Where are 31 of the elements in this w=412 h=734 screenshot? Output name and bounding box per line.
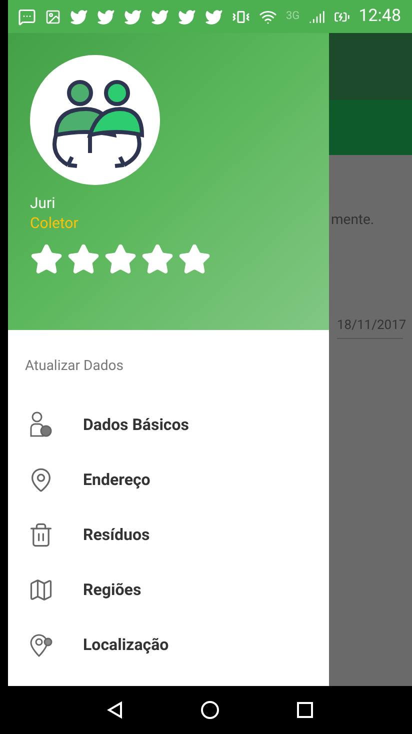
section-title: Atualizar Dados bbox=[25, 357, 124, 376]
star-icon bbox=[178, 243, 211, 276]
bird-icon bbox=[124, 8, 142, 26]
star-icon bbox=[67, 243, 100, 276]
bird-icon bbox=[97, 8, 115, 26]
bird-icon bbox=[178, 8, 196, 26]
user-role: Coletor bbox=[30, 213, 80, 233]
location-pin-icon bbox=[28, 632, 54, 658]
star-icon bbox=[104, 243, 137, 276]
menu-item[interactable]: Resíduos bbox=[8, 507, 329, 562]
trash-icon bbox=[28, 522, 54, 548]
user-name: Juri bbox=[30, 193, 56, 213]
bird-icon bbox=[151, 8, 169, 26]
network-type: 3G bbox=[286, 8, 300, 24]
home-icon[interactable] bbox=[200, 700, 220, 720]
menu-item[interactable]: Dados Básicos bbox=[8, 397, 329, 452]
image-icon bbox=[45, 8, 61, 24]
menu-item[interactable]: Endereço bbox=[8, 452, 329, 507]
star-icon bbox=[30, 243, 63, 276]
recents-icon[interactable] bbox=[294, 700, 315, 720]
menu-item[interactable]: Regiões bbox=[8, 562, 329, 617]
menu-item[interactable]: Localização bbox=[8, 617, 329, 672]
clock: 12:48 bbox=[358, 4, 402, 28]
map-icon bbox=[28, 576, 54, 602]
signal-icon bbox=[308, 8, 325, 24]
bird-icon bbox=[70, 8, 88, 26]
message-icon bbox=[18, 8, 36, 26]
body-text: mente. bbox=[331, 211, 376, 230]
user-icon bbox=[28, 410, 54, 438]
bird-icon bbox=[205, 8, 223, 26]
star-icon bbox=[141, 243, 174, 276]
